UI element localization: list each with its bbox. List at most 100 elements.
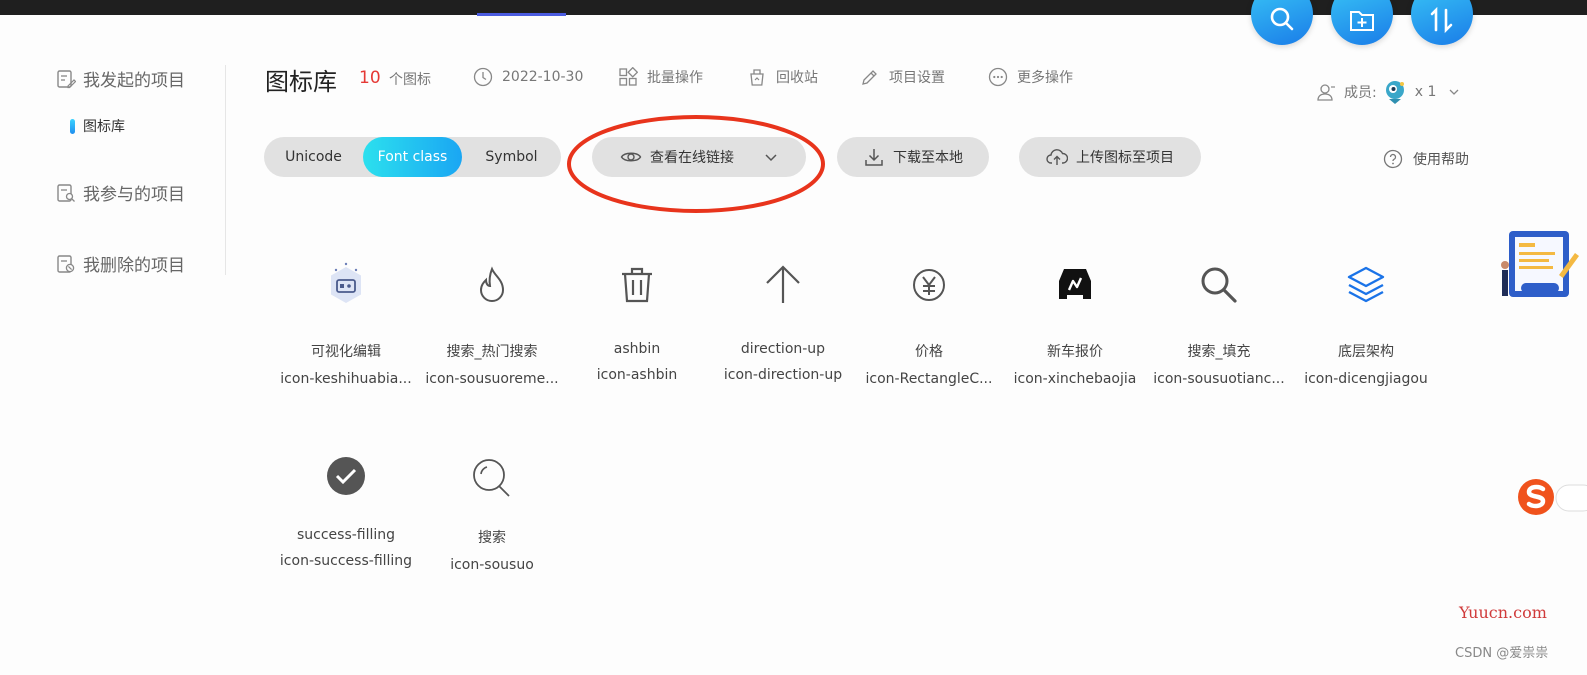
download-label: 下载至本地 — [893, 150, 963, 166]
icon-class: icon-sousuo — [450, 557, 534, 573]
watermark: Yuucn.com — [1459, 603, 1547, 622]
search-icon — [1270, 7, 1294, 31]
created-date: 2022-10-30 — [473, 67, 583, 87]
car-icon — [1059, 269, 1091, 299]
project-settings-button[interactable]: 项目设置 — [860, 67, 945, 87]
document-search-icon — [57, 183, 75, 202]
arrow-up-icon — [766, 265, 800, 303]
search-bold-icon — [1201, 267, 1237, 303]
icon-class: icon-ashbin — [596, 367, 678, 383]
search-fab[interactable] — [1251, 0, 1313, 45]
sidebar-divider — [225, 65, 226, 275]
search-thin-icon — [473, 459, 510, 497]
icon-class: icon-sousuotianc... — [1153, 371, 1285, 387]
chevron-down-icon — [1449, 89, 1459, 95]
icon-count: 10 — [359, 68, 381, 88]
icon-count-unit: 个图标 — [389, 72, 431, 88]
members-icon — [1317, 84, 1335, 101]
sidebar-item-deleted[interactable]: 我删除的项目 — [56, 251, 185, 276]
batch-label: 批量操作 — [647, 70, 703, 86]
question-icon — [1383, 149, 1403, 169]
tab-symbol[interactable]: Symbol — [462, 137, 561, 177]
more-label: 更多操作 — [1017, 70, 1073, 86]
icon-name: 可视化编辑 — [311, 344, 381, 360]
avatar — [1385, 81, 1404, 104]
document-edit-icon — [57, 69, 76, 88]
sidebar-item-label: 我参与的项目 — [83, 185, 185, 205]
icon-class: icon-keshihuabia... — [280, 371, 412, 387]
floating-promo-illustration[interactable] — [1499, 225, 1587, 300]
cloud-upload-icon — [1046, 149, 1068, 165]
batch-operation-button[interactable]: 批量操作 — [618, 67, 703, 87]
clock-icon — [473, 67, 493, 87]
tab-unicode[interactable]: Unicode — [264, 137, 363, 177]
credit-text: CSDN @爱祟祟 — [1455, 646, 1549, 661]
upload-icons-button[interactable]: 上传图标至项目 — [1019, 137, 1201, 177]
icon-name: ashbin — [613, 341, 661, 357]
members-dropdown[interactable]: 成员: x 1 — [1316, 79, 1460, 105]
icon-card[interactable]: 可视化编辑 icon-keshihuabia... — [273, 261, 419, 387]
sidebar-item-label: 我发起的项目 — [83, 71, 185, 91]
icon-class: icon-success-filling — [279, 553, 413, 569]
project-label: 图标库 — [83, 119, 125, 135]
icon-name: 新车报价 — [1047, 344, 1103, 360]
annotation-circle — [567, 115, 825, 213]
more-operations-button[interactable]: 更多操作 — [988, 67, 1073, 87]
recycle-bin-button[interactable]: 回收站 — [747, 67, 818, 87]
icon-card[interactable]: 搜索 icon-sousuo — [419, 456, 565, 573]
page-title: 图标库 — [265, 68, 337, 96]
sort-fab[interactable] — [1411, 0, 1473, 45]
icon-name: 价格 — [915, 344, 943, 360]
active-nav-indicator — [477, 13, 566, 16]
settings-label: 项目设置 — [889, 70, 945, 86]
icon-class: icon-dicengjiagou — [1304, 371, 1428, 387]
icon-name: 搜索 — [478, 530, 506, 546]
sidebar-item-label: 我删除的项目 — [83, 256, 185, 276]
icon-card[interactable]: 价格 icon-RectangleC... — [856, 261, 1002, 387]
tab-font-class[interactable]: Font class — [363, 137, 462, 177]
upload-label: 上传图标至项目 — [1076, 150, 1174, 166]
layers-icon — [1347, 266, 1385, 303]
icon-card[interactable]: success-filling icon-success-filling — [273, 456, 419, 569]
sogou-ime-icon[interactable] — [1516, 477, 1587, 517]
date-text: 2022-10-30 — [502, 69, 584, 85]
folder-add-icon — [1350, 11, 1374, 31]
new-folder-fab[interactable] — [1331, 0, 1393, 45]
trash-icon — [622, 267, 652, 303]
more-icon — [988, 67, 1008, 87]
format-switch: Unicode Font class Symbol — [264, 137, 561, 177]
flame-icon — [479, 266, 505, 302]
download-button[interactable]: 下载至本地 — [837, 137, 989, 177]
icon-class: icon-RectangleC... — [865, 371, 993, 387]
sidebar-item-initiated[interactable]: 我发起的项目 — [56, 66, 185, 91]
icon-name: direction-up — [740, 341, 826, 357]
recycle-label: 回收站 — [776, 70, 818, 86]
icon-class: icon-direction-up — [723, 367, 843, 383]
icon-card[interactable]: 底层架构 icon-dicengjiagou — [1293, 261, 1439, 387]
help-link[interactable]: 使用帮助 — [1383, 149, 1469, 169]
download-icon — [865, 149, 883, 166]
icon-name: 搜索_填充 — [1187, 344, 1251, 360]
icon-name: 底层架构 — [1338, 344, 1394, 360]
sidebar-item-joined[interactable]: 我参与的项目 — [56, 180, 185, 205]
members-count: x 1 — [1414, 84, 1437, 100]
members-label: 成员: — [1344, 85, 1377, 101]
recycle-bin-icon — [750, 69, 764, 86]
icon-name: success-filling — [296, 527, 396, 543]
icon-card[interactable]: 搜索_热门搜索 icon-sousuoreme... — [419, 261, 565, 387]
visual-edit-icon — [331, 262, 361, 303]
icon-card[interactable]: 搜索_填充 icon-sousuotianc... — [1146, 261, 1292, 387]
sidebar-project-iconlib[interactable]: 图标库 — [70, 116, 125, 136]
icon-class: icon-xinchebaojia — [1013, 371, 1137, 387]
help-label: 使用帮助 — [1413, 152, 1469, 168]
icon-card[interactable]: direction-up icon-direction-up — [710, 261, 856, 383]
icon-card[interactable]: ashbin icon-ashbin — [564, 261, 710, 383]
active-marker — [70, 118, 75, 134]
grid-icon — [619, 67, 638, 86]
icon-card[interactable]: 新车报价 icon-xinchebaojia — [1002, 261, 1148, 387]
pencil-icon — [862, 70, 877, 85]
yen-icon — [913, 269, 945, 301]
document-delete-icon — [57, 254, 75, 273]
check-circle-icon — [327, 457, 365, 495]
icon-class: icon-sousuoreme... — [425, 371, 559, 387]
